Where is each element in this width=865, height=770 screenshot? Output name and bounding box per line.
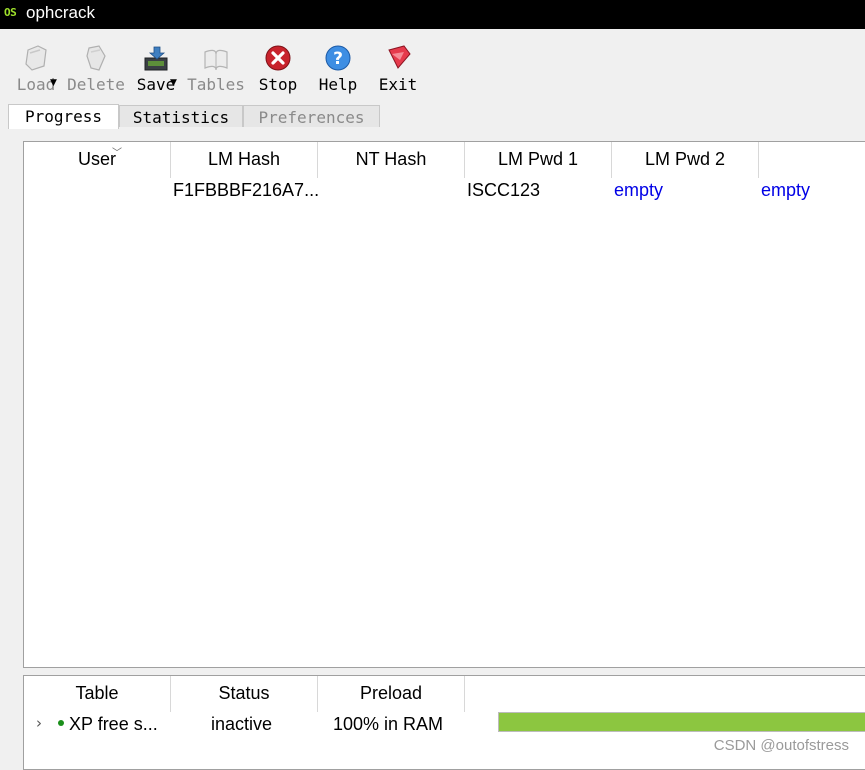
lm-pwd1-cell: ISCC123 xyxy=(467,180,541,200)
expand-arrow-icon[interactable]: › xyxy=(36,714,42,732)
load-icon xyxy=(25,45,47,71)
save-icon xyxy=(144,46,168,71)
app-logo: OS xyxy=(4,6,17,19)
nt-pwd-cell: empty xyxy=(761,180,811,200)
delete-button[interactable]: Delete xyxy=(66,44,126,100)
column-header-table[interactable]: Table xyxy=(24,676,171,712)
column-header-lm-pwd2[interactable]: LM Pwd 2 xyxy=(612,142,759,178)
tables-icon xyxy=(204,49,228,71)
lm-pwd2-cell: empty xyxy=(614,180,664,200)
tab-bar: Progress Statistics Preferences xyxy=(0,104,865,129)
column-header-status[interactable]: Status xyxy=(171,676,318,712)
hash-table[interactable]: ﹀ User LM Hash NT Hash LM Pwd 1 LM Pwd 2… xyxy=(23,141,865,668)
column-header-preload[interactable]: Preload xyxy=(318,676,465,712)
tab-preferences[interactable]: Preferences xyxy=(243,105,380,127)
table-status-cell: inactive xyxy=(211,714,273,734)
table-progress-bar xyxy=(498,712,865,732)
title-bar: OS ophcrack xyxy=(0,0,865,29)
help-button[interactable]: ? Help xyxy=(308,44,368,100)
tab-progress[interactable]: Progress xyxy=(8,104,119,129)
table-progress-fill xyxy=(499,713,865,731)
help-icon: ? xyxy=(325,45,351,71)
tab-statistics[interactable]: Statistics xyxy=(119,105,243,127)
table-name-cell: XP free s... xyxy=(69,714,158,734)
status-dot-icon xyxy=(58,720,64,726)
stop-icon xyxy=(265,45,291,71)
tables-button[interactable]: Tables xyxy=(186,44,246,100)
sort-indicator-icon: ﹀ xyxy=(112,148,122,159)
window-title: ophcrack xyxy=(26,3,95,22)
exit-button[interactable]: Exit xyxy=(368,44,428,100)
tables-list[interactable]: Table Status Preload › XP free s... inac… xyxy=(23,675,865,770)
toolbar: Load ▼ Delete Save ▼ Tables Stop ? Help … xyxy=(0,29,865,103)
save-button[interactable]: Save xyxy=(126,44,186,100)
column-header-nt-hash[interactable]: NT Hash xyxy=(318,142,465,178)
save-dropdown-caret[interactable]: ▼ xyxy=(170,78,177,88)
watermark: CSDN @outofstress xyxy=(713,737,849,754)
exit-icon xyxy=(388,45,411,69)
load-button[interactable]: Load xyxy=(6,44,66,100)
stop-button[interactable]: Stop xyxy=(248,44,308,100)
column-header-user[interactable]: ﹀ User xyxy=(24,142,171,178)
column-header-lm-pwd1[interactable]: LM Pwd 1 xyxy=(465,142,612,178)
delete-icon xyxy=(86,45,106,71)
table-preload-cell: 100% in RAM xyxy=(333,714,444,734)
column-header-lm-hash[interactable]: LM Hash xyxy=(171,142,318,178)
svg-text:?: ? xyxy=(333,49,343,69)
table-row[interactable]: F1FBBBF216A7... ISCC123 empty empty xyxy=(24,179,865,211)
load-dropdown-caret[interactable]: ▼ xyxy=(50,78,57,88)
lm-hash-cell: F1FBBBF216A7... xyxy=(173,180,320,200)
